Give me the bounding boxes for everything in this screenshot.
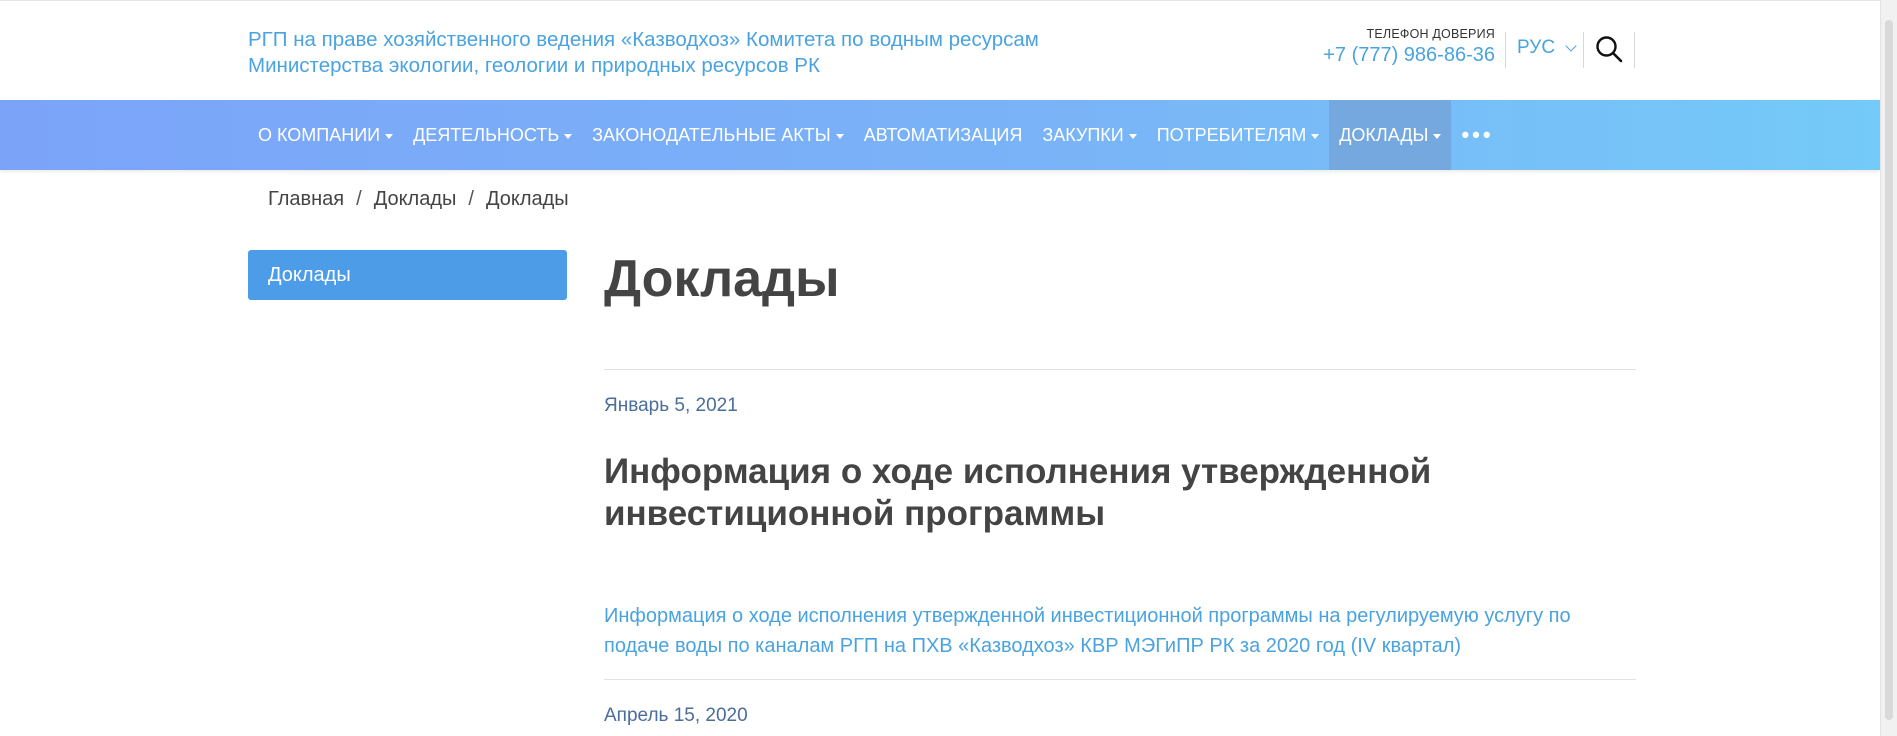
post-date: Январь 5, 2021 (604, 395, 738, 416)
nav-item-automation[interactable]: АВТОМАТИЗАЦИЯ (854, 100, 1033, 170)
caret-down-icon (564, 133, 573, 139)
caret-down-icon (835, 133, 844, 139)
breadcrumb-reports-link[interactable]: Доклады (374, 188, 457, 211)
more-dots-icon: ••• (1461, 122, 1494, 147)
search-icon (1596, 36, 1623, 63)
hotline-label: ТЕЛЕФОН ДОВЕРИЯ (1366, 27, 1495, 41)
nav-item-label: ЗАКОНОДАТЕЛЬНЫЕ АКТЫ (592, 124, 831, 145)
caret-down-icon (1311, 133, 1320, 139)
nav-item-about[interactable]: О КОМПАНИИ (248, 100, 403, 170)
main-navigation: О КОМПАНИИ ДЕЯТЕЛЬНОСТЬ ЗАКОНОДАТЕЛЬНЫЕ … (0, 100, 1880, 170)
page-title: Доклады (604, 250, 840, 308)
hotline: ТЕЛЕФОН ДОВЕРИЯ +7 (777) 986-86-36 (1280, 27, 1495, 67)
sidebar-item-reports[interactable]: Доклады (248, 250, 567, 300)
breadcrumb-current: Доклады (485, 188, 569, 210)
nav-more-button[interactable]: ••• (1451, 100, 1503, 170)
chevron-down-icon (1565, 39, 1577, 52)
org-line-1: РГП на праве хозяйственного ведения «Каз… (248, 28, 1039, 51)
caret-down-icon (1433, 133, 1442, 139)
breadcrumb-separator: / (356, 188, 362, 210)
breadcrumb-home-link[interactable]: Главная (268, 188, 344, 211)
divider (604, 679, 1636, 680)
caret-down-icon (385, 133, 394, 139)
breadcrumb-separator: / (468, 188, 474, 210)
nav-item-label: О КОМПАНИИ (258, 124, 381, 145)
page: РГП на праве хозяйственного ведения «Каз… (0, 0, 1880, 736)
post-title: Информация о ходе исполнения утвержденно… (604, 452, 1432, 533)
page-scrollbar[interactable] (1880, 0, 1897, 736)
nav-item-procurement[interactable]: ЗАКУПКИ (1032, 100, 1146, 170)
nav-item-label: ДОКЛАДЫ (1339, 124, 1429, 145)
nav-item-reports[interactable]: ДОКЛАДЫ (1329, 100, 1452, 170)
nav-item-label: АВТОМАТИЗАЦИЯ (863, 124, 1023, 145)
post-date: Апрель 15, 2020 (604, 705, 748, 726)
divider (604, 369, 1636, 370)
hotline-phone-link[interactable]: +7 (777) 986-86-36 (1280, 44, 1495, 67)
nav-item-legislation[interactable]: ЗАКОНОДАТЕЛЬНЫЕ АКТЫ (582, 100, 854, 170)
nav-item-label: ДЕЯТЕЛЬНОСТЬ (413, 124, 560, 145)
caret-down-icon (1128, 133, 1137, 139)
language-selector[interactable]: РУС (1517, 37, 1577, 59)
header-divider (1634, 32, 1635, 68)
nav-item-consumers[interactable]: ПОТРЕБИТЕЛЯМ (1147, 100, 1330, 170)
post-document-link[interactable]: Информация о ходе исполнения утвержденно… (604, 601, 1604, 661)
sidebar-item-label: Доклады (268, 263, 351, 286)
language-label: РУС (1517, 37, 1556, 58)
header-divider (1583, 32, 1584, 68)
header-divider (1505, 32, 1506, 68)
breadcrumb: Главная / Доклады / Доклады (268, 188, 569, 211)
organization-name[interactable]: РГП на праве хозяйственного ведения «Каз… (248, 27, 1148, 79)
org-line-2: Министерства экологии, геологии и природ… (248, 54, 820, 77)
nav-item-label: ЗАКУПКИ (1042, 124, 1124, 145)
nav-item-activity[interactable]: ДЕЯТЕЛЬНОСТЬ (403, 100, 582, 170)
nav-item-label: ПОТРЕБИТЕЛЯМ (1156, 124, 1307, 145)
scrollbar-thumb[interactable] (1885, 20, 1893, 720)
search-button[interactable] (1594, 34, 1624, 64)
